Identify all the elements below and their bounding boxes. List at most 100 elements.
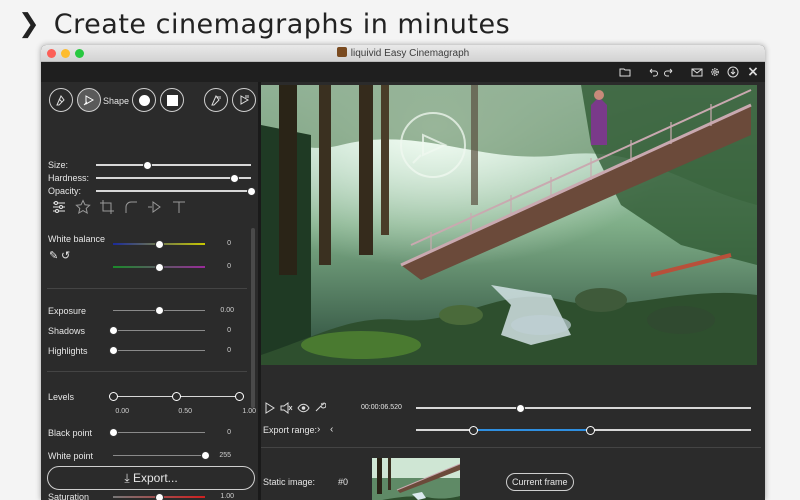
white-point-slider[interactable]	[113, 451, 210, 460]
current-frame-button[interactable]: Current frame	[506, 473, 574, 491]
section-divider	[47, 288, 247, 289]
mask-clear-button[interactable]	[232, 88, 256, 112]
download-icon[interactable]	[725, 64, 741, 80]
opacity-slider-knob[interactable]	[247, 187, 256, 196]
export-range-end-knob[interactable]	[586, 426, 596, 435]
shadows-value: 0	[227, 327, 231, 334]
exposure-knob[interactable]	[155, 306, 164, 315]
fill-brush-icon	[211, 95, 221, 106]
shadows-label: Shadows	[48, 326, 86, 336]
static-image-label: Static image:	[263, 477, 316, 487]
hardness-slider[interactable]	[96, 174, 251, 183]
levels-slider[interactable]	[109, 392, 244, 401]
play-icon[interactable]	[265, 402, 275, 414]
export-range-slider[interactable]	[416, 426, 751, 435]
black-point-value: 0	[227, 429, 231, 436]
sliders-icon[interactable]	[51, 199, 67, 215]
wb-temp-knob[interactable]	[155, 240, 164, 249]
chevron-right-icon: ❯	[18, 9, 40, 39]
shadows-slider[interactable]	[109, 326, 205, 335]
levels-mid-knob[interactable]	[172, 392, 181, 401]
brush-icon	[56, 95, 65, 106]
window-title-text: liquivid Easy Cinemagraph	[350, 48, 470, 59]
saturation-slider[interactable]	[113, 493, 205, 500]
star-icon[interactable]	[75, 199, 91, 215]
levels-high-value: 1.00	[242, 408, 256, 415]
black-point-knob[interactable]	[109, 428, 118, 437]
size-slider[interactable]	[96, 161, 251, 170]
export-range-label: Export range:	[263, 425, 318, 435]
settings-panel: Shape Size: Hardness: Opacity: White bal…	[41, 82, 258, 500]
panel-scrollbar[interactable]	[251, 228, 255, 408]
redo-icon[interactable]	[661, 64, 677, 80]
size-label: Size:	[48, 160, 69, 170]
saturation-knob[interactable]	[155, 493, 164, 500]
levels-mid-value: 0.50	[178, 408, 192, 415]
shape-square-button[interactable]	[160, 88, 184, 112]
folder-icon[interactable]	[617, 64, 633, 80]
export-range-fill	[472, 429, 591, 431]
timeline-panel: 00:00:06.520 Export range: › ‹ Static im…	[261, 375, 765, 500]
black-point-slider[interactable]	[109, 428, 205, 437]
eyedropper-icon[interactable]: ✎	[49, 249, 58, 262]
highlights-knob[interactable]	[109, 346, 118, 355]
export-range-start-knob[interactable]	[468, 426, 478, 435]
levels-low-value: 0.00	[115, 408, 129, 415]
highlights-value: 0	[227, 347, 231, 354]
levels-low-knob[interactable]	[109, 392, 118, 401]
hardness-label: Hardness:	[48, 173, 90, 183]
white-balance-green-magenta-slider[interactable]	[113, 263, 205, 272]
playback-scrubber[interactable]	[416, 404, 751, 413]
mute-icon[interactable]	[280, 402, 293, 414]
opacity-slider[interactable]	[96, 187, 256, 196]
wb-tint-knob[interactable]	[155, 263, 164, 272]
video-preview[interactable]	[261, 85, 757, 365]
static-image-thumbnail[interactable]	[372, 458, 460, 500]
saturation-value: 1.00	[220, 493, 234, 500]
square-shape-icon	[167, 95, 178, 106]
range-forward-icon[interactable]: ›	[317, 424, 320, 435]
app-icon	[336, 47, 347, 57]
section-divider	[47, 371, 247, 372]
static-frame-number: #0	[338, 477, 349, 487]
mask-fill-button[interactable]	[204, 88, 228, 112]
reset-icon[interactable]: ↺	[61, 249, 70, 262]
eye-icon[interactable]	[297, 403, 310, 413]
shadows-knob[interactable]	[109, 326, 118, 335]
window-title: liquivid Easy Cinemagraph	[41, 47, 765, 59]
export-button[interactable]: ⤓ Export...	[47, 466, 255, 490]
text-icon[interactable]	[171, 199, 187, 215]
size-slider-knob[interactable]	[143, 161, 153, 170]
timecode: 00:00:06.520	[361, 404, 402, 411]
vignette-icon[interactable]	[123, 199, 139, 215]
toolbar: ×	[41, 62, 765, 82]
crop-icon[interactable]	[99, 199, 115, 215]
forest-bridge-image	[261, 85, 757, 365]
exposure-label: Exposure	[48, 306, 87, 316]
export-icon: ⤓	[124, 471, 130, 485]
playback-knob[interactable]	[515, 404, 525, 413]
playback-icon[interactable]	[147, 199, 163, 215]
levels-high-knob[interactable]	[235, 392, 244, 401]
wrench-icon[interactable]	[314, 401, 326, 413]
shape-label: Shape	[103, 96, 130, 106]
white-balance-blue-yellow-slider[interactable]	[113, 240, 205, 249]
wb-temp-value: 0	[227, 240, 231, 247]
exposure-slider[interactable]	[113, 306, 205, 315]
hardness-slider-knob[interactable]	[229, 174, 239, 183]
mail-icon[interactable]	[689, 64, 705, 80]
undo-icon[interactable]	[645, 64, 661, 80]
brush-erase-button[interactable]	[77, 88, 101, 112]
exposure-value: 0.00	[220, 307, 234, 314]
levels-label: Levels	[48, 392, 75, 402]
play-brush-icon	[83, 95, 95, 106]
range-back-icon[interactable]: ‹	[330, 424, 333, 435]
gear-icon[interactable]	[707, 64, 723, 80]
title-bar: liquivid Easy Cinemagraph	[41, 45, 765, 62]
brush-paint-button[interactable]	[49, 88, 73, 112]
close-icon[interactable]: ×	[745, 64, 761, 80]
shape-circle-button[interactable]	[132, 88, 156, 112]
promo-headline: Create cinemagraphs in minutes	[53, 8, 511, 40]
highlights-slider[interactable]	[109, 346, 205, 355]
tool-tabs	[51, 199, 187, 215]
